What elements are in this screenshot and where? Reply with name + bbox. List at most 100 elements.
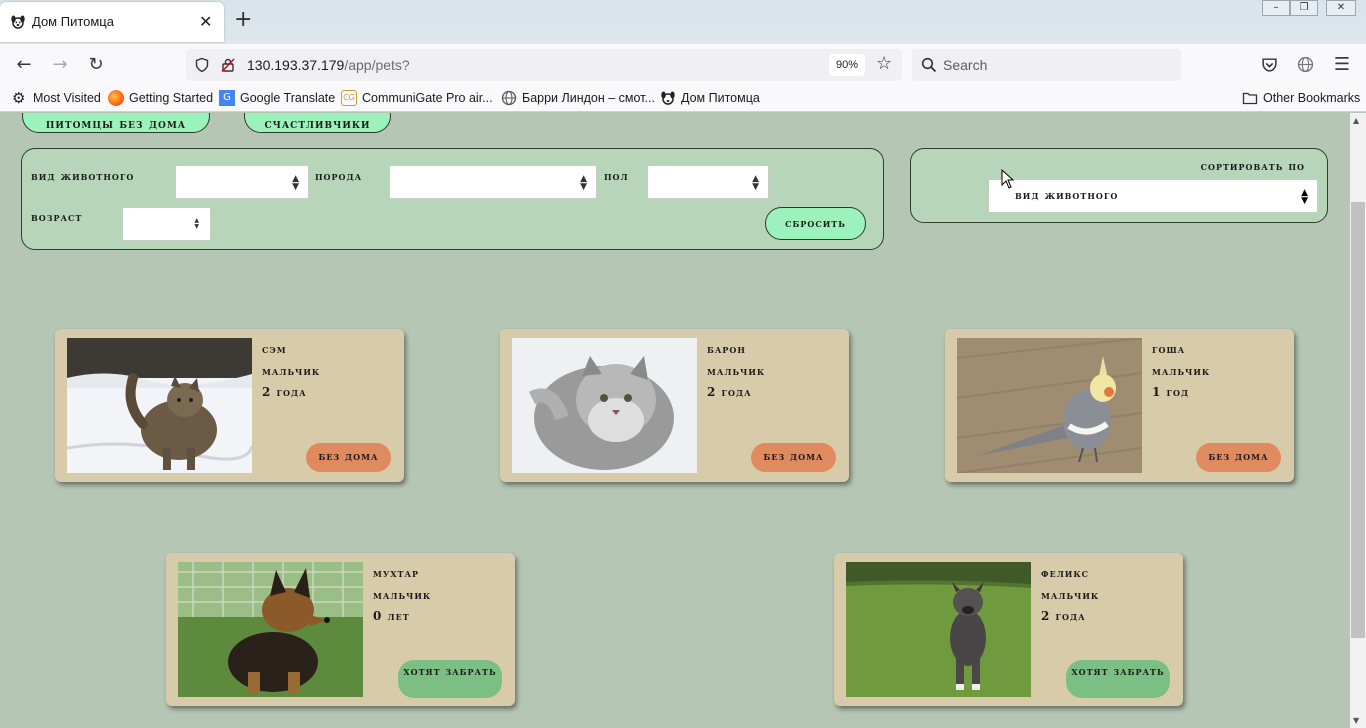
pet-name: барон xyxy=(707,342,746,356)
sort-label: сортировать по xyxy=(1200,159,1305,173)
pet-info: феликс мальчик 2 года xyxy=(1041,563,1099,628)
pet-card[interactable]: сэм мальчик 2 года без дома xyxy=(55,329,404,482)
restore-window-icon[interactable]: ❐ xyxy=(1290,0,1318,16)
search-bar[interactable]: Search xyxy=(912,49,1181,81)
pet-age: 2 года xyxy=(1041,609,1086,623)
pet-status-button[interactable]: хотят забрать xyxy=(398,660,502,698)
search-icon xyxy=(921,57,937,73)
bookmark-label: CommuniGate Pro air... xyxy=(362,91,493,105)
pet-sex: мальчик xyxy=(1041,587,1100,602)
new-tab-icon[interactable]: + xyxy=(234,9,252,31)
pet-photo[interactable] xyxy=(178,562,363,697)
pet-info: барон мальчик 2 года xyxy=(707,339,765,404)
pet-info: гоша мальчик 1 год xyxy=(1152,339,1210,404)
url-host: 130.193.37.179 xyxy=(247,57,345,73)
species-select[interactable]: ▲ ▼ xyxy=(175,165,309,199)
pet-name: феликс xyxy=(1041,566,1089,580)
lucky-pets-button[interactable]: счастливчики xyxy=(244,113,391,133)
minimize-window-icon[interactable]: – xyxy=(1262,0,1290,16)
select-arrows-icon: ▲ ▼ xyxy=(580,174,588,192)
reset-button[interactable]: сбросить xyxy=(765,207,866,240)
pet-name: гоша xyxy=(1152,342,1186,356)
pet-info: сэм мальчик 2 года xyxy=(262,339,320,404)
insecure-lock-icon[interactable] xyxy=(220,57,236,73)
menu-icon[interactable]: ☰ xyxy=(1331,54,1353,76)
tab-title: Дом Питомца xyxy=(32,14,114,29)
select-arrows-icon: ▲ ▼ xyxy=(292,174,300,192)
pet-card[interactable]: мухтар мальчик 0 лет хотят забрать xyxy=(166,553,515,706)
bookmark-communigate[interactable]: CG CommuniGate Pro air... xyxy=(341,90,493,106)
pet-card[interactable]: гоша мальчик 1 год без дома xyxy=(945,329,1294,482)
url-text[interactable]: 130.193.37.179/app/pets? xyxy=(247,57,410,73)
scrollbar-thumb[interactable] xyxy=(1351,202,1365,638)
bookmark-most-visited[interactable]: ⚙ Most Visited xyxy=(12,90,101,106)
bookmark-pet-home[interactable]: Дом Питомца xyxy=(660,90,760,106)
bookmark-star-icon[interactable]: ☆ xyxy=(876,53,892,74)
back-icon[interactable]: ← xyxy=(13,54,35,76)
forward-icon[interactable]: → xyxy=(49,54,71,76)
reload-icon[interactable]: ↻ xyxy=(85,54,107,76)
pet-status-button[interactable]: без дома xyxy=(751,443,836,472)
bookmark-label: Most Visited xyxy=(33,91,101,105)
search-placeholder: Search xyxy=(943,57,988,73)
pet-card[interactable]: феликс мальчик 2 года хотят забрать xyxy=(834,553,1183,706)
bookmark-label: Google Translate xyxy=(240,91,336,105)
pet-sex: мальчик xyxy=(1152,363,1211,378)
close-window-icon[interactable]: ✕ xyxy=(1326,0,1356,16)
breed-select[interactable]: ▲ ▼ xyxy=(389,165,597,199)
scroll-down-icon[interactable]: ▼ xyxy=(1353,716,1359,725)
pet-photo[interactable] xyxy=(512,338,697,473)
sort-panel: сортировать по вид животного ▲ ▼ xyxy=(910,148,1328,223)
other-bookmarks-label: Other Bookmarks xyxy=(1263,91,1361,105)
url-bar[interactable]: 130.193.37.179/app/pets? 90% ☆ xyxy=(186,49,902,81)
pet-status-button[interactable]: хотят забрать xyxy=(1066,660,1170,698)
dog-favicon-icon xyxy=(11,15,25,29)
bookmarks-toolbar: ⚙ Most Visited Getting Started G Google Tr… xyxy=(0,86,1366,112)
bookmark-label: Getting Started xyxy=(129,91,214,105)
gear-icon: ⚙ xyxy=(12,89,26,107)
zoom-badge[interactable]: 90% xyxy=(829,54,865,76)
pet-age: 2 года xyxy=(262,385,307,399)
sex-select[interactable]: ▲ ▼ xyxy=(647,165,769,199)
pet-age: 1 год xyxy=(1152,385,1190,399)
bookmark-google-translate[interactable]: G Google Translate xyxy=(219,90,335,106)
translate-icon: G xyxy=(219,90,235,106)
age-input[interactable]: ▲ ▼ xyxy=(122,207,211,241)
sort-value: вид животного xyxy=(1015,188,1119,202)
bookmark-barry-lyndon[interactable]: Барри Линдон – смот... xyxy=(501,90,655,106)
firefox-icon xyxy=(108,90,124,106)
select-arrows-icon: ▲ ▼ xyxy=(1301,188,1309,206)
pet-photo[interactable] xyxy=(957,338,1142,473)
sex-label: пол xyxy=(604,169,629,183)
pet-photo[interactable] xyxy=(846,562,1031,697)
globe-icon[interactable] xyxy=(1297,56,1314,73)
tab-close-icon[interactable]: ✕ xyxy=(199,12,212,31)
pet-card[interactable]: барон мальчик 2 года без дома xyxy=(500,329,849,482)
breed-label: порода xyxy=(315,169,363,183)
species-label: вид животного xyxy=(31,169,135,183)
pet-age: 2 года xyxy=(707,385,752,399)
dog-favicon-icon xyxy=(661,91,675,105)
other-bookmarks[interactable]: Other Bookmarks xyxy=(1242,90,1360,106)
bookmark-label: Барри Линдон – смот... xyxy=(522,91,655,105)
bookmark-label: Дом Питомца xyxy=(681,91,760,105)
browser-tab[interactable]: Дом Питомца ✕ xyxy=(0,2,224,42)
pet-status-button[interactable]: без дома xyxy=(306,443,391,472)
pet-status-button[interactable]: без дома xyxy=(1196,443,1281,472)
scroll-up-icon[interactable]: ▲ xyxy=(1353,116,1359,125)
pet-age: 0 лет xyxy=(373,609,410,623)
bookmark-getting-started[interactable]: Getting Started xyxy=(108,90,213,106)
shield-icon[interactable] xyxy=(194,57,210,73)
globe-icon xyxy=(501,90,517,106)
page-content: питомцы без дома счастливчики вид животн… xyxy=(0,113,1350,728)
number-spinner-icon[interactable]: ▲ ▼ xyxy=(194,218,200,230)
pocket-icon[interactable] xyxy=(1261,56,1278,73)
pet-photo[interactable] xyxy=(67,338,252,473)
sort-select[interactable]: вид животного ▲ ▼ xyxy=(988,179,1318,213)
pet-sex: мальчик xyxy=(262,363,321,378)
select-arrows-icon: ▲ ▼ xyxy=(752,174,760,192)
homeless-pets-button[interactable]: питомцы без дома xyxy=(22,113,210,133)
pet-sex: мальчик xyxy=(373,587,432,602)
age-label: возраст xyxy=(31,210,83,224)
pet-name: сэм xyxy=(262,342,287,356)
